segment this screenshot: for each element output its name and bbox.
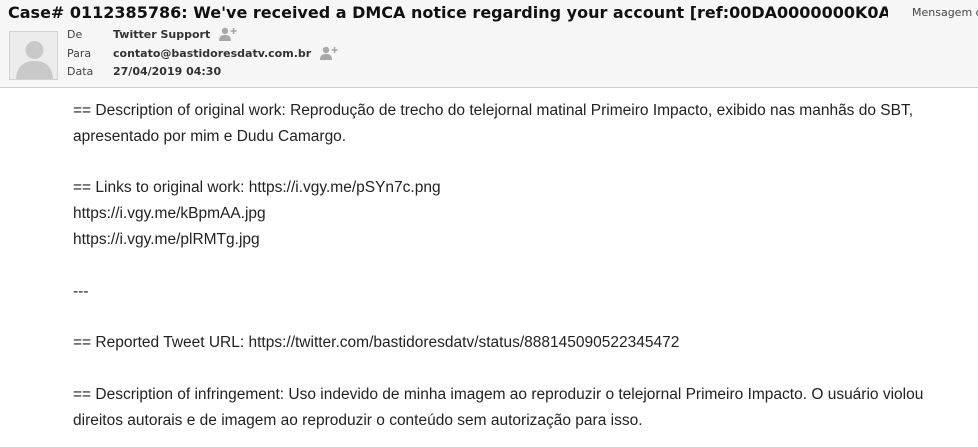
body-line: == Links to original work: https://i.vgy…	[73, 179, 441, 197]
add-contact-icon[interactable]	[319, 46, 339, 60]
date-label: Data	[67, 64, 94, 78]
body-line: == Reported Tweet URL: https://twitter.c…	[73, 334, 680, 352]
from-value[interactable]: Twitter Support	[113, 28, 210, 41]
from-label: De	[67, 27, 83, 41]
body-line: https://i.vgy.me/plRMTg.jpg	[73, 230, 260, 248]
message-body: == Description of original work: Reprodu…	[73, 98, 963, 433]
message-tab-label[interactable]: Mensagem d	[912, 6, 978, 19]
body-line: direitos autorais e de imagem ao reprodu…	[73, 411, 643, 429]
from-row: De Twitter Support	[67, 25, 238, 43]
to-row: Para contato@bastidoresdatv.com.br	[67, 44, 339, 62]
body-line: == Description of infringement: Uso inde…	[73, 385, 924, 403]
date-value: 27/04/2019 04:30	[113, 64, 222, 78]
date-row: Data 27/04/2019 04:30	[67, 62, 221, 80]
to-label: Para	[67, 46, 92, 60]
default-user-avatar-icon	[9, 31, 58, 80]
to-value[interactable]: contato@bastidoresdatv.com.br	[113, 47, 311, 60]
body-line: apresentado por mim e Dudu Camargo.	[73, 127, 347, 145]
body-line: https://i.vgy.me/kBpmAA.jpg	[73, 205, 266, 223]
add-contact-icon[interactable]	[218, 27, 238, 41]
body-line: == Description of original work: Reprodu…	[73, 102, 914, 119]
message-header: Case# 0112385786: We've received a DMCA …	[0, 0, 978, 88]
separator-line: ---	[73, 282, 89, 300]
email-subject: Case# 0112385786: We've received a DMCA …	[8, 3, 888, 22]
